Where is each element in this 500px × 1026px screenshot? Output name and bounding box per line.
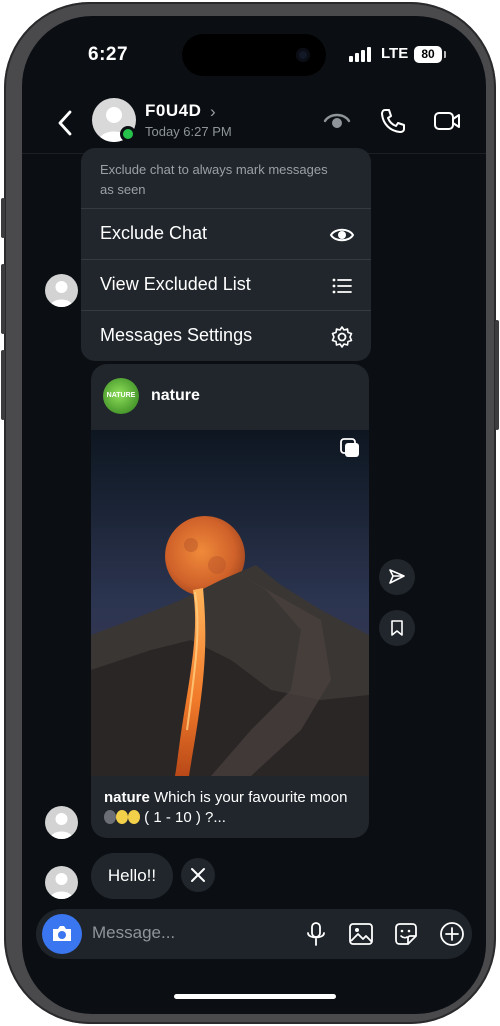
moon-emoji-icon <box>104 810 116 824</box>
chevron-right-icon: › <box>210 102 216 121</box>
share-button[interactable] <box>379 559 415 595</box>
menu-item-label: Messages Settings <box>100 325 253 345</box>
moon-waterfall-image <box>91 430 369 776</box>
post-caption: nature Which is your favourite moon ( 1 … <box>104 788 358 828</box>
post-account-logo[interactable]: NATURE <box>103 378 139 414</box>
gear-icon <box>331 326 353 348</box>
eye-icon <box>329 228 355 242</box>
list-icon <box>332 278 352 294</box>
caption-text: Which is your favourite moon <box>154 789 348 806</box>
moon-emoji-icon <box>116 810 128 824</box>
home-indicator[interactable] <box>174 994 336 999</box>
message-input[interactable]: Message... <box>92 923 175 943</box>
chat-options-menu: Exclude chat to always mark messages as … <box>81 148 371 361</box>
front-camera <box>296 48 310 62</box>
last-seen-text: Today 6:27 PM <box>145 124 232 139</box>
sender-avatar[interactable] <box>45 806 78 839</box>
network-label: LTE <box>381 45 409 62</box>
screen: 6:27 LTE 80 F0U4D › Today 6:27 PM Exclud… <box>22 16 486 1014</box>
send-icon <box>389 569 405 584</box>
caption-text-end: ( 1 - 10 ) ?... <box>144 809 226 826</box>
menu-item-label: Exclude Chat <box>100 223 208 243</box>
chat-header: F0U4D › Today 6:27 PM <box>22 98 486 154</box>
shared-post[interactable]: NATURE nature nature Which is your favou… <box>91 364 369 838</box>
volume-up-button <box>1 264 5 334</box>
menu-item-messages-settings[interactable]: Messages Settings <box>81 310 371 361</box>
back-chevron-icon[interactable] <box>54 108 76 138</box>
sticker-icon[interactable] <box>392 920 420 948</box>
power-button <box>495 320 499 430</box>
contact-name[interactable]: F0U4D <box>145 101 201 121</box>
sender-avatar[interactable] <box>45 866 78 899</box>
microphone-icon[interactable] <box>302 920 330 948</box>
caption-username[interactable]: nature <box>104 789 150 806</box>
message-bubble[interactable]: Hello!! <box>91 853 173 899</box>
volume-down-button <box>1 350 5 420</box>
post-image[interactable] <box>91 430 369 776</box>
menu-item-label: View Excluded List <box>100 274 251 294</box>
status-time: 6:27 <box>88 44 129 65</box>
menu-description: Exclude chat to always mark messages as … <box>100 162 328 197</box>
dynamic-island <box>182 34 326 76</box>
close-button[interactable] <box>181 858 215 892</box>
menu-item-exclude-chat[interactable]: Exclude Chat <box>81 208 371 259</box>
phone-frame: 6:27 LTE 80 F0U4D › Today 6:27 PM Exclud… <box>1 2 499 1024</box>
close-icon <box>191 868 205 882</box>
camera-button[interactable] <box>42 914 82 954</box>
action-button <box>1 198 5 238</box>
message-composer: Message... <box>36 909 472 959</box>
bookmark-icon <box>391 620 403 636</box>
menu-item-view-excluded-list[interactable]: View Excluded List <box>81 259 371 310</box>
save-button[interactable] <box>379 610 415 646</box>
add-icon[interactable] <box>438 920 466 948</box>
post-header: NATURE nature <box>91 364 369 430</box>
moon-emoji-icon <box>128 810 140 824</box>
post-account-name[interactable]: nature <box>151 387 200 405</box>
seen-eye-icon[interactable] <box>322 106 352 136</box>
status-bar: 6:27 LTE 80 <box>22 16 486 96</box>
camera-icon <box>53 926 71 941</box>
signal-icon <box>349 46 373 62</box>
sender-avatar[interactable] <box>45 274 78 307</box>
phone-icon[interactable] <box>378 106 408 136</box>
gallery-icon[interactable] <box>347 920 375 948</box>
battery-icon: 80 <box>414 46 446 63</box>
online-indicator <box>120 126 136 142</box>
video-call-icon[interactable] <box>432 106 462 136</box>
